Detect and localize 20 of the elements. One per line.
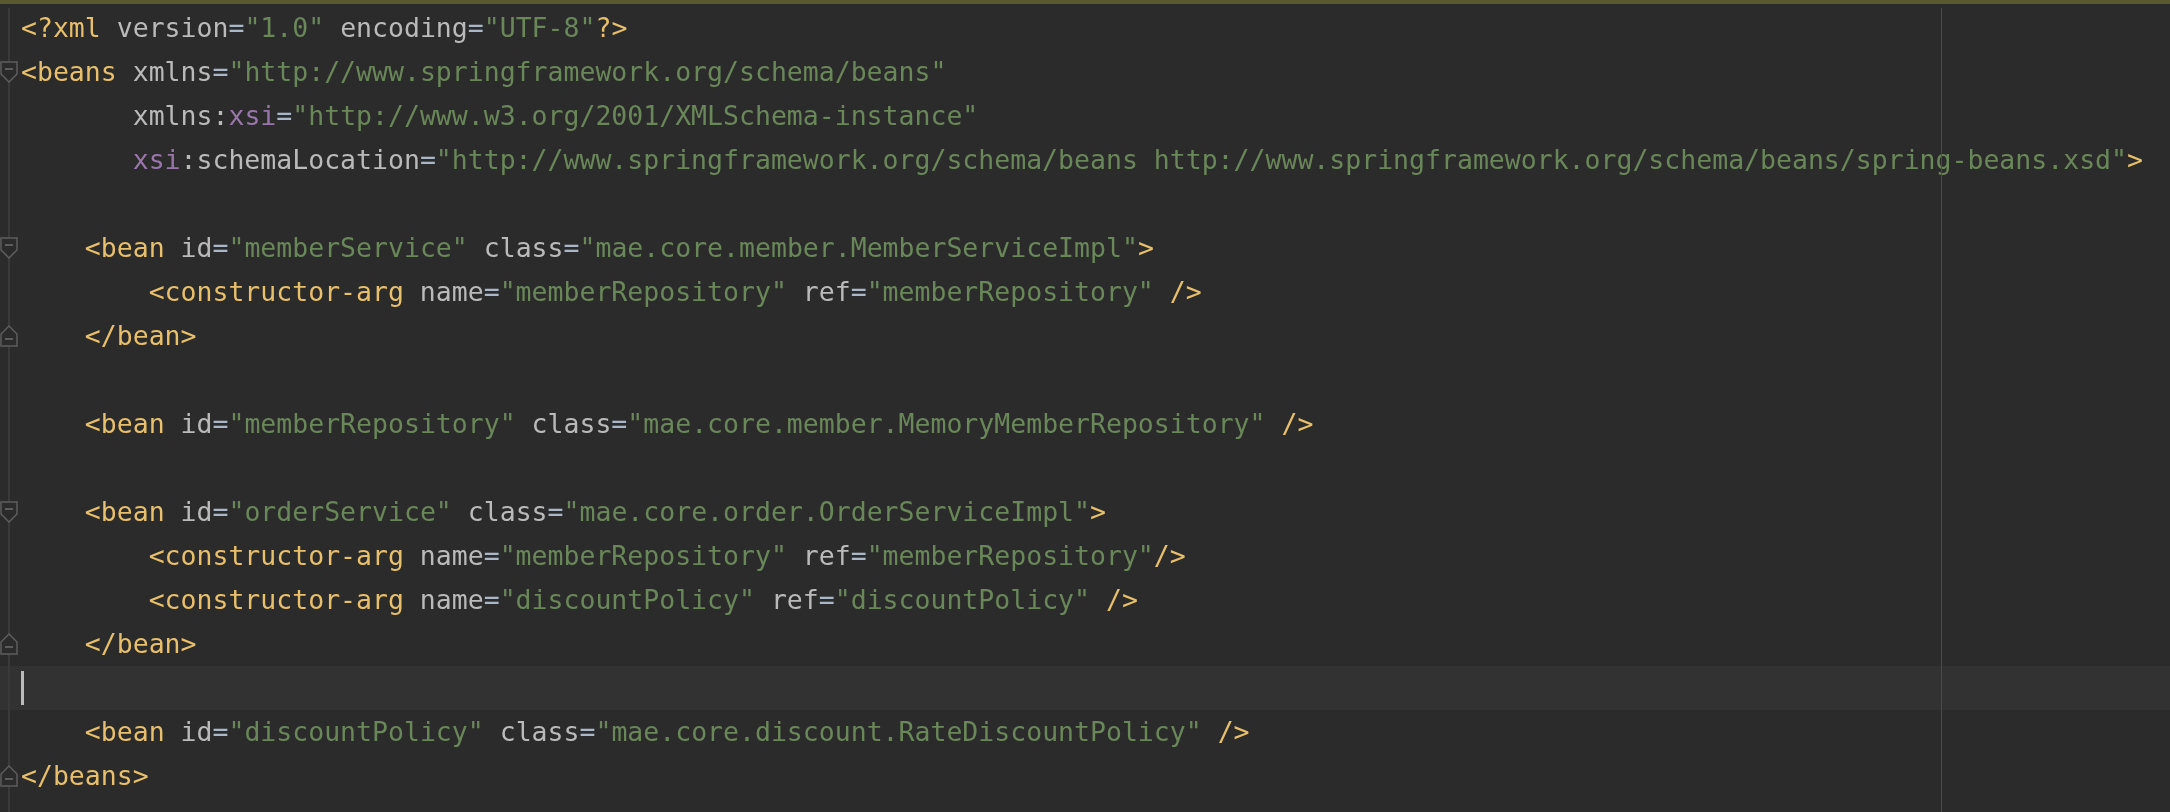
code-line: xsi:schemaLocation="http://www.springframework.org/schema/beans http://www.springframework.org/schema/beans/spring-beans.xsd"> [131, 143, 2143, 177]
code-line: <bean id="memberService" class="mae.core.member.MemberServiceImpl"> [83, 231, 1154, 265]
code-line: <beans xmlns="http://www.springframework.org/schema/beans" [21, 55, 947, 89]
code-line: </bean> [83, 627, 197, 661]
code-line: <bean id="discountPolicy" class="mae.core.discount.RateDiscountPolicy" /> [83, 715, 1250, 749]
code-line: <constructor-arg name="memberRepository" ref="memberRepository" /> [147, 275, 1202, 309]
code-line: <constructor-arg name="memberRepository" ref="memberRepository"/> [147, 539, 1186, 573]
code-line: <bean id="memberRepository" class="mae.core.member.MemoryMemberRepository" /> [83, 407, 1314, 441]
fold-icon[interactable] [0, 632, 18, 656]
code-line: <?xml version="1.0" encoding="UTF-8"?> [21, 11, 628, 45]
code-line: <constructor-arg name="discountPolicy" ref="discountPolicy" /> [147, 583, 1138, 617]
code-line: <bean id="orderService" class="mae.core.order.OrderServiceImpl"> [83, 495, 1106, 529]
fold-icon[interactable] [0, 60, 18, 84]
fold-icon[interactable] [0, 324, 18, 348]
code-line: </bean> [83, 319, 197, 353]
fold-icon[interactable] [0, 236, 18, 260]
fold-icon[interactable] [0, 764, 18, 788]
code-line: </beans> [21, 759, 149, 793]
fold-icon[interactable] [0, 500, 18, 524]
code-line: xmlns:xsi="http://www.w3.org/2001/XMLSchema-instance" [131, 99, 979, 133]
